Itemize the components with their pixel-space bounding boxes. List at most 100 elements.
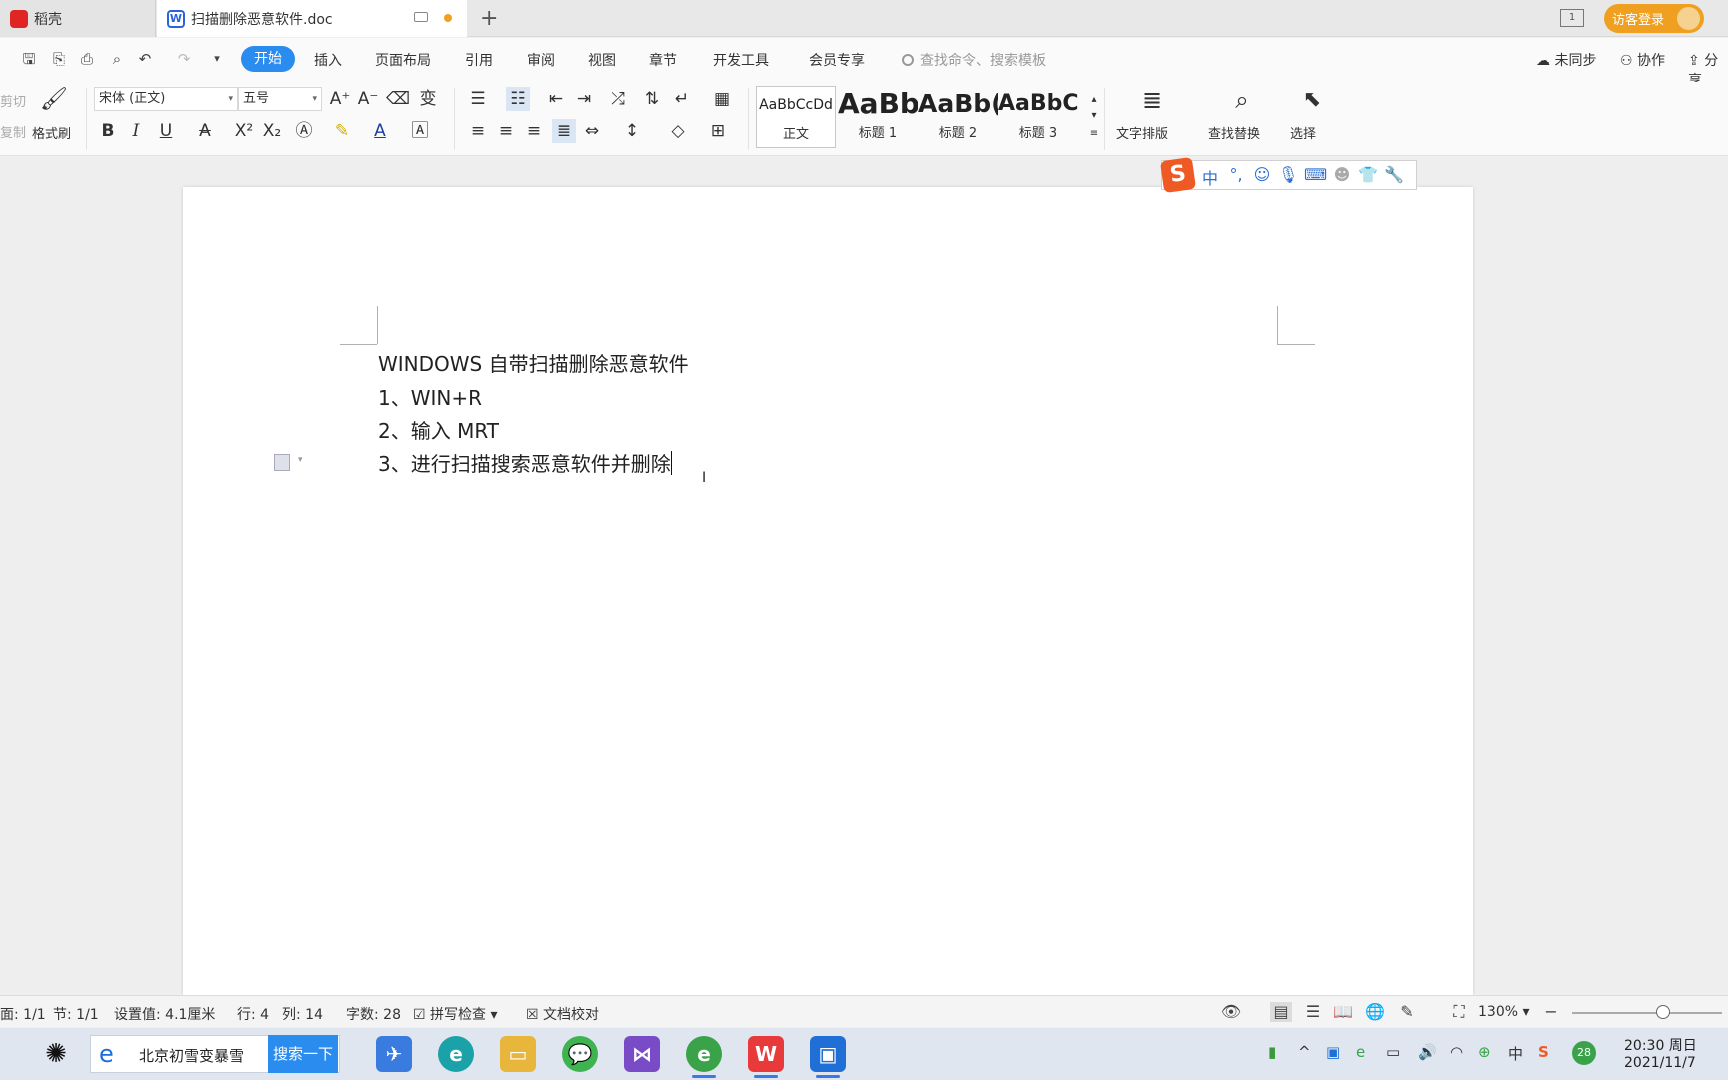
- print-preview-icon[interactable]: ⌕: [108, 50, 126, 68]
- menu-insert[interactable]: 插入: [314, 50, 342, 70]
- borders-icon[interactable]: ⊞: [706, 119, 730, 143]
- keyboard-icon[interactable]: ⌨: [1304, 165, 1327, 184]
- tray-security-icon[interactable]: ⊕: [1478, 1043, 1491, 1061]
- find-replace-button[interactable]: 查找替换: [1208, 123, 1260, 142]
- tray-chevron-up-icon[interactable]: ^: [1298, 1043, 1311, 1061]
- menu-start[interactable]: 开始: [241, 46, 295, 72]
- style-normal[interactable]: AaBbCcDd 正文: [756, 86, 836, 148]
- underline-icon[interactable]: U: [154, 119, 178, 143]
- menu-view[interactable]: 视图: [588, 50, 616, 70]
- distribute-icon[interactable]: ⇔: [580, 119, 604, 143]
- document-line[interactable]: 2、输入 MRT: [378, 415, 499, 444]
- format-painter-icon[interactable]: 🖌: [40, 88, 68, 112]
- quick-access-dropdown-icon[interactable]: ▾: [208, 50, 226, 68]
- clear-format-icon[interactable]: ⌫: [386, 87, 410, 111]
- wps-taskbar-icon[interactable]: W: [748, 1036, 784, 1078]
- bullet-list-icon[interactable]: ☰: [466, 87, 490, 111]
- ruler-icon[interactable]: ▦: [710, 87, 734, 111]
- superscript-icon[interactable]: X²: [232, 119, 256, 143]
- status-row[interactable]: 行: 4: [237, 1004, 269, 1024]
- monitor-icon[interactable]: [414, 12, 428, 22]
- cut-button[interactable]: 剪切: [0, 91, 26, 110]
- browser-360-icon[interactable]: e: [686, 1036, 722, 1078]
- zoom-slider[interactable]: [1572, 1012, 1722, 1014]
- align-left-icon[interactable]: ≡: [466, 119, 490, 143]
- volume-icon[interactable]: 🔊: [1418, 1043, 1437, 1061]
- new-tab-button[interactable]: +: [480, 6, 498, 31]
- spellcheck-button[interactable]: ☑ 拼写检查 ▾: [413, 1004, 498, 1024]
- menu-member[interactable]: 会员专享: [809, 50, 865, 70]
- command-search[interactable]: 查找命令、搜索模板: [902, 50, 1046, 70]
- strikethrough-icon[interactable]: A: [193, 119, 217, 143]
- chinese-layout-icon[interactable]: ⤮: [606, 87, 630, 111]
- menu-chapter[interactable]: 章节: [649, 50, 677, 70]
- edge-icon[interactable]: e: [438, 1036, 474, 1072]
- align-right-icon[interactable]: ≡: [522, 119, 546, 143]
- increase-indent-icon[interactable]: ⇥: [572, 87, 596, 111]
- wechat-icon[interactable]: 💬: [562, 1036, 598, 1072]
- wifi-icon[interactable]: ◠: [1450, 1043, 1463, 1061]
- save-icon[interactable]: 🖫: [20, 50, 38, 68]
- outline-view-icon[interactable]: ☰: [1302, 1002, 1324, 1022]
- write-mode-icon[interactable]: ✎: [1396, 1002, 1418, 1022]
- export-pdf-icon[interactable]: ⎘: [50, 50, 68, 68]
- shading-icon[interactable]: ◇: [666, 119, 690, 143]
- settings-wrench-icon[interactable]: 🔧: [1384, 165, 1404, 184]
- sync-status[interactable]: ☁ 未同步: [1536, 50, 1596, 70]
- collab-button[interactable]: ⚇ 协作: [1620, 50, 1665, 70]
- grow-font-icon[interactable]: A⁺: [328, 87, 352, 111]
- proofread-button[interactable]: ☒ 文档校对: [526, 1004, 599, 1024]
- redo-icon[interactable]: ↷: [175, 50, 193, 68]
- status-wordcount[interactable]: 字数: 28: [346, 1004, 401, 1024]
- align-center-icon[interactable]: ≡: [494, 119, 518, 143]
- find-replace-icon[interactable]: ⌕: [1230, 88, 1254, 112]
- page-view-icon[interactable]: ▤: [1270, 1002, 1292, 1022]
- copy-button[interactable]: 复制: [0, 122, 26, 141]
- chevron-down-icon[interactable]: ▾: [298, 455, 303, 465]
- start-swirl-icon[interactable]: ✺: [38, 1036, 74, 1072]
- window-count-icon[interactable]: 1: [1560, 9, 1584, 27]
- show-marks-icon[interactable]: ↵: [670, 87, 694, 111]
- print-icon[interactable]: ⎙: [78, 50, 96, 68]
- skin-icon[interactable]: 👕: [1358, 165, 1378, 184]
- reading-view-icon[interactable]: 📖: [1332, 1002, 1354, 1022]
- zoom-slider-thumb[interactable]: [1656, 1005, 1670, 1019]
- tray-recorder-icon[interactable]: ▣: [1326, 1043, 1340, 1061]
- text-effect-icon[interactable]: Ⓐ: [292, 119, 316, 143]
- menu-references[interactable]: 引用: [465, 50, 493, 70]
- file-explorer-icon[interactable]: ▭: [500, 1036, 536, 1072]
- web-view-icon[interactable]: 🌐: [1364, 1002, 1386, 1022]
- font-color-icon[interactable]: A: [368, 119, 392, 143]
- status-setting[interactable]: 设置值: 4.1厘米: [114, 1004, 215, 1024]
- line-spacing-icon[interactable]: ↕: [620, 119, 644, 143]
- style-heading-3[interactable]: AaBbC( 标题 3: [998, 86, 1078, 148]
- text-layout-icon[interactable]: ≣: [1140, 88, 1164, 112]
- style-heading-1[interactable]: AaBb 标题 1: [838, 86, 918, 148]
- bold-icon[interactable]: B: [96, 119, 120, 143]
- document-line[interactable]: 1、WIN+R: [378, 382, 482, 411]
- user-icon[interactable]: ☻: [1332, 165, 1352, 184]
- zoom-out-icon[interactable]: −: [1540, 1002, 1562, 1022]
- ime-language-indicator[interactable]: 中: [1508, 1043, 1523, 1064]
- status-page[interactable]: 页面: 1/1: [0, 1004, 46, 1024]
- tab-docer-home[interactable]: 稻壳: [0, 0, 156, 37]
- text-layout-button[interactable]: 文字排版: [1116, 123, 1168, 142]
- ime-punct-toggle[interactable]: °,: [1226, 165, 1246, 184]
- battery-icon[interactable]: ▭: [1386, 1043, 1400, 1061]
- feishu-icon[interactable]: ✈: [376, 1036, 412, 1072]
- emoji-icon[interactable]: ☺: [1252, 165, 1272, 184]
- microphone-icon[interactable]: 🎙: [1278, 165, 1298, 184]
- visual-studio-icon[interactable]: ⋈: [624, 1036, 660, 1072]
- sogou-logo-icon[interactable]: S: [1159, 156, 1197, 194]
- style-heading-2[interactable]: AaBb( 标题 2: [918, 86, 998, 148]
- fit-page-icon[interactable]: ⛶: [1448, 1002, 1470, 1022]
- format-painter-label[interactable]: 格式刷: [32, 123, 71, 142]
- font-name-select[interactable]: 宋体 (正文) ▾: [94, 87, 238, 111]
- zoom-level[interactable]: 130% ▾: [1478, 1004, 1530, 1020]
- select-button[interactable]: 选择: [1290, 123, 1316, 142]
- eye-protect-icon[interactable]: 👁: [1220, 1002, 1242, 1022]
- paragraph-handle-icon[interactable]: [274, 454, 290, 471]
- highlight-icon[interactable]: ✎: [330, 119, 354, 143]
- tray-360-icon[interactable]: e: [1356, 1043, 1365, 1061]
- undo-icon[interactable]: ↶: [136, 50, 154, 68]
